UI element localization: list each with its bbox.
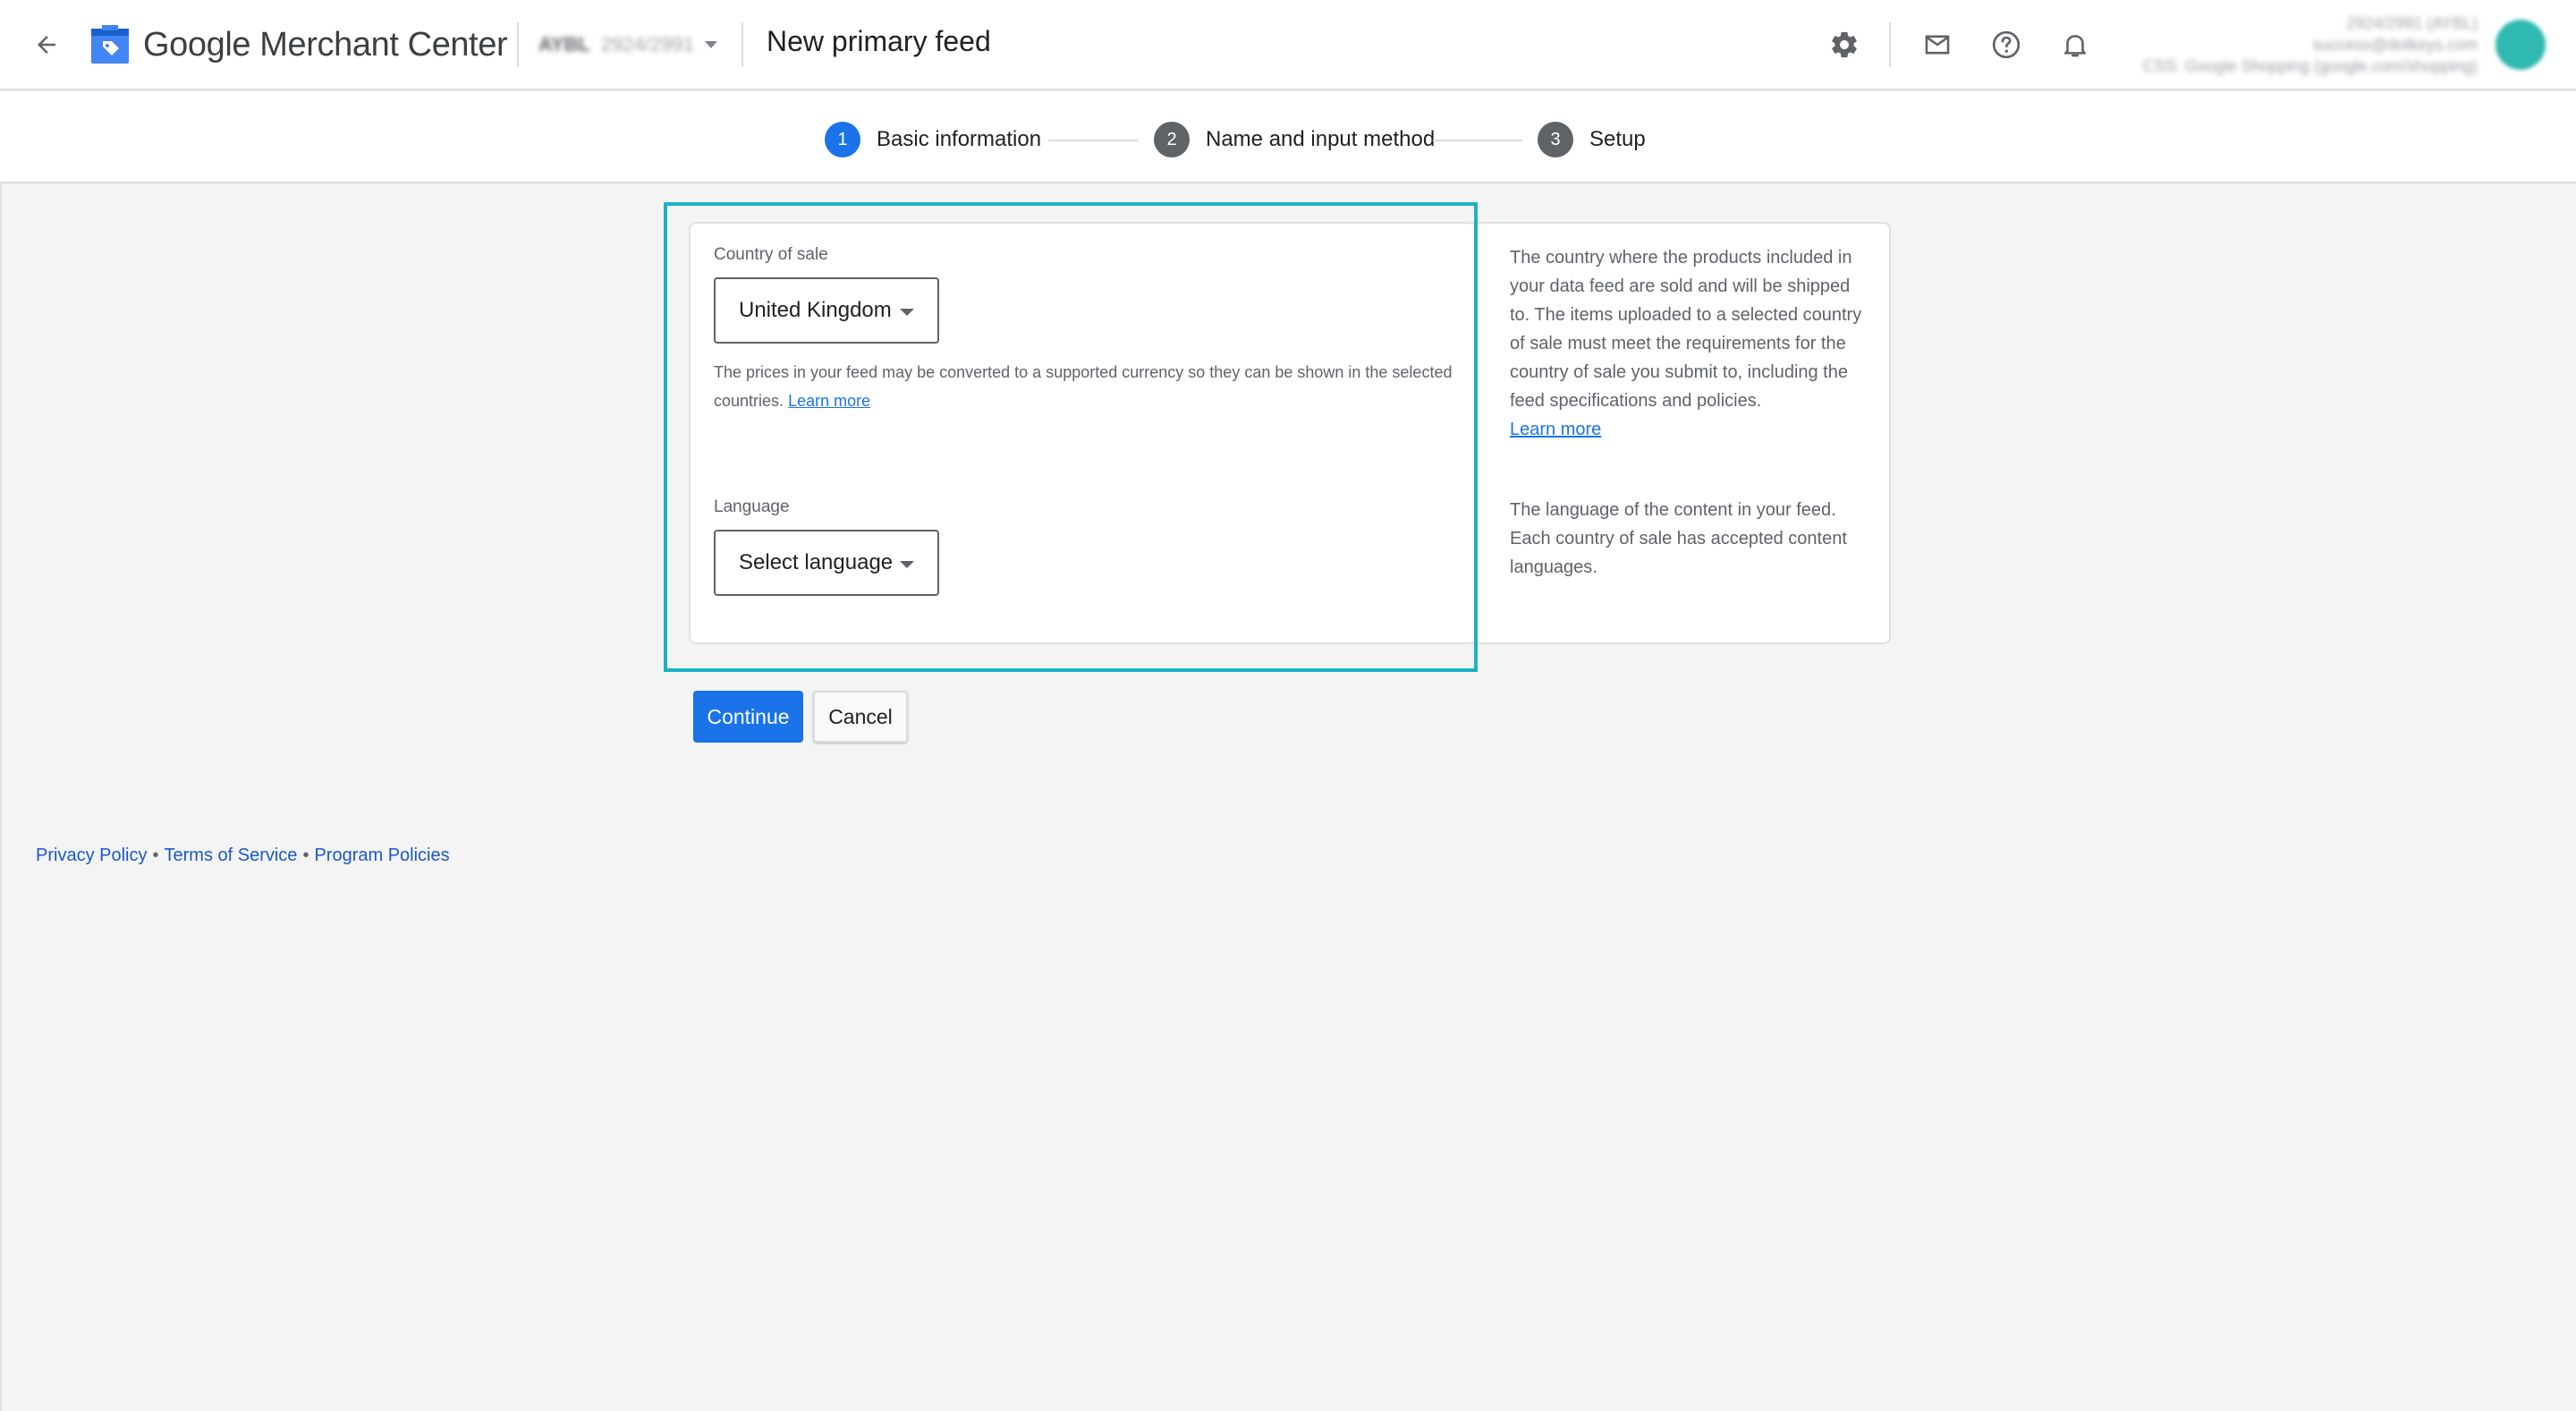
user-email: success@dotkeys.com [2312,36,2478,54]
language-help: The language of the content in your feed… [1510,500,1847,577]
divider [0,183,2,1411]
footer-separator: • [152,846,159,865]
step-label: Basic information [877,127,1042,151]
bell-icon[interactable] [2054,23,2097,66]
language-label: Language [714,497,790,516]
divider [517,22,519,67]
terms-of-service-link[interactable]: Terms of Service [165,846,298,865]
privacy-policy-link[interactable]: Privacy Policy [36,846,147,865]
account-name: AYBL [538,33,590,55]
user-id: 2924/2991 (AYBL) [2346,14,2478,32]
step-basic-information[interactable]: 1 Basic information [825,122,1041,157]
country-help-text: The country where the products included … [1510,248,1862,411]
country-value: United Kingdom [739,298,892,322]
user-caption: CSS: Google Shopping (google.com/shoppin… [2142,57,2478,75]
step-label: Setup [1589,127,1646,151]
basic-information-form: Country of sale United Kingdom The price… [689,222,1476,644]
step-setup[interactable]: 3 Setup [1538,122,1646,157]
continue-button[interactable]: Continue [693,691,803,743]
country-help: The country where the products included … [1510,243,1868,444]
account-switcher[interactable]: AYBL 2924/2991 [538,30,717,59]
divider [1889,22,1891,67]
stepper: 1 Basic information 2 Name and input met… [0,92,2576,183]
cancel-button[interactable]: Cancel [813,691,908,743]
help-panel: The country where the products included … [1472,222,1891,644]
program-policies-link[interactable]: Program Policies [314,846,449,865]
chevron-down-icon [900,309,914,316]
product-name[interactable]: Google Merchant Center [143,26,508,64]
step-name-and-input-method[interactable]: 2 Name and input method [1154,122,1435,157]
page-title: New primary feed [767,25,991,57]
country-learn-more-link[interactable]: Learn more [1510,420,1601,439]
country-select[interactable]: United Kingdom [714,277,939,344]
currency-learn-more-link[interactable]: Learn more [788,392,870,410]
gear-icon[interactable] [1823,23,1866,66]
top-app-bar: Google Merchant Center AYBL 2924/2991 Ne… [0,0,2576,90]
step-number: 2 [1154,122,1190,157]
step-connector [1048,140,1138,141]
country-label: Country of sale [714,245,828,264]
help-icon[interactable] [1985,23,2028,66]
step-number: 3 [1538,122,1573,157]
language-value: Select language [739,550,894,574]
account-id: 2924/2991 [600,33,694,55]
footer: Privacy Policy • Terms of Service • Program … [36,846,450,866]
account-info[interactable]: 2924/2991 (AYBL) success@dotkeys.com CSS… [2102,13,2478,77]
currency-note: The prices in your feed may be converted… [714,358,1456,415]
chevron-down-icon [900,561,914,568]
back-arrow-icon[interactable] [27,25,66,64]
avatar[interactable] [2496,20,2546,70]
step-label: Name and input method [1206,127,1436,151]
divider [741,22,743,67]
chevron-down-icon [704,41,717,48]
merchant-center-logo-icon [90,23,130,64]
language-select[interactable]: Select language [714,530,939,596]
step-connector [1433,140,1522,141]
footer-separator: • [302,846,309,865]
step-number: 1 [825,122,860,157]
mail-icon[interactable] [1916,23,1959,66]
